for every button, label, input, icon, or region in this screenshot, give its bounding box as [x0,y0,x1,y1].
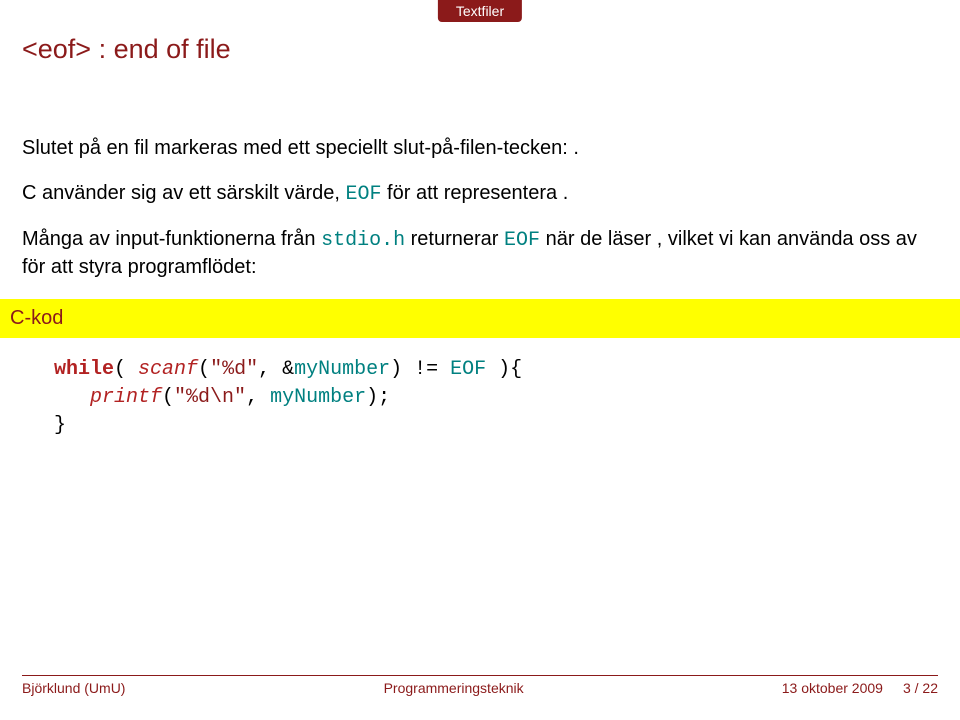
footer: Björklund (UmU) Programmeringsteknik 13 … [22,675,938,696]
text: . [573,137,579,159]
slide-body: Slutet på en fil markeras med ett specie… [22,135,938,458]
string-literal: "%d" [210,358,258,381]
text: Många av input-funktionerna från [22,228,321,250]
text: ) [390,358,414,381]
identifier: myNumber [294,358,390,381]
section-tab: Textfiler [438,0,522,22]
paragraph-3: Många av input-funktionerna från stdio.h… [22,226,938,281]
fn-printf: printf [90,386,162,409]
text: ( [114,358,138,381]
text: ( [198,358,210,381]
footer-author: Björklund (UmU) [22,680,125,696]
code-stdio: stdio.h [321,229,405,252]
paragraph-1: Slutet på en fil markeras med ett specie… [22,135,938,162]
keyword-while: while [54,358,114,381]
identifier: myNumber [270,386,366,409]
footer-page: 3 / 22 [903,680,938,696]
code-eof: EOF [504,229,540,252]
text: , [258,358,282,381]
paragraph-2: C använder sig av ett särskilt värde, EO… [22,180,938,208]
text: . [563,182,569,204]
text: ); [366,386,390,409]
text: != [414,358,450,381]
footer-date: 13 oktober 2009 [782,680,883,696]
text: & [282,358,294,381]
footer-course: Programmeringsteknik [384,680,524,696]
text: för att representera [382,182,563,204]
text: Slutet på en fil markeras med ett specie… [22,137,573,159]
text: ){ [486,358,522,381]
code-eof: EOF [345,183,381,206]
text: när de läser [540,228,657,250]
code-block-title: C-kod [0,299,960,338]
text: C använder sig av ett särskilt värde, [22,182,345,204]
identifier-eof: EOF [450,358,486,381]
text: } [54,414,66,437]
text: returnerar [405,228,504,250]
text: ( [162,386,174,409]
text: , [246,386,270,409]
footer-right: 13 oktober 2009 3 / 22 [782,680,938,696]
slide-title: <eof> : end of file [22,34,231,65]
fn-scanf: scanf [138,358,198,381]
string-literal: "%d\n" [174,386,246,409]
code-block: while( scanf("%d", &myNumber) != EOF ){ … [22,338,938,458]
